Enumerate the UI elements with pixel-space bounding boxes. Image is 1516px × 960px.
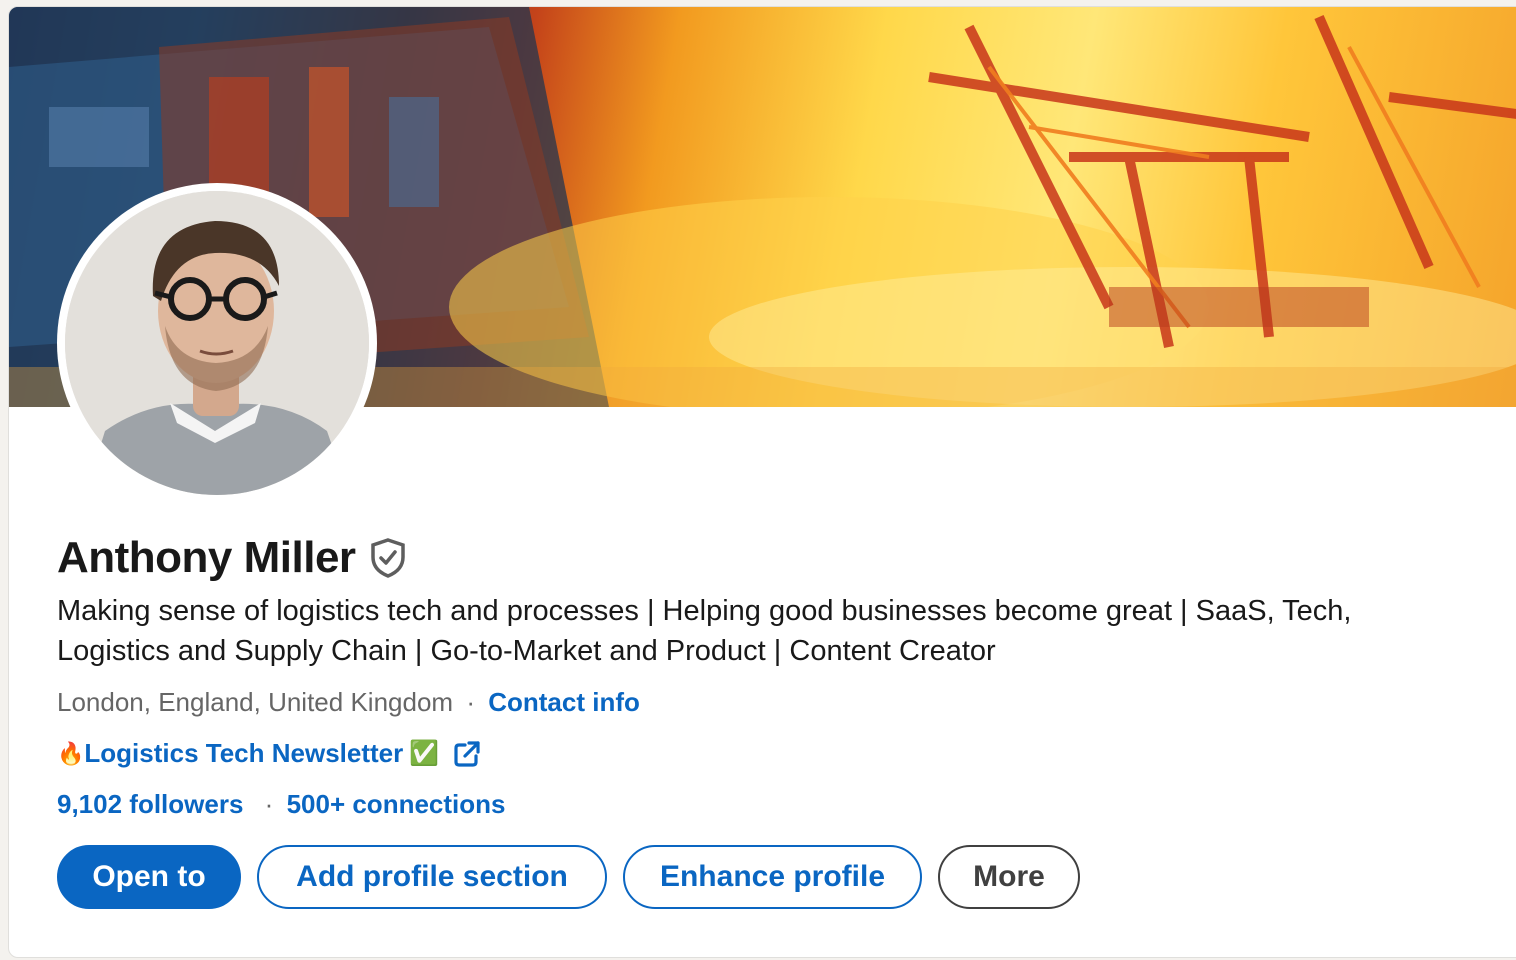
profile-photo[interactable] xyxy=(65,191,369,495)
fire-icon: 🔥 xyxy=(57,740,85,766)
name-row: Anthony Miller xyxy=(57,533,406,583)
profile-location: London, England, United Kingdom xyxy=(57,687,454,717)
headline-line-2: Logistics and Supply Chain | Go-to-Marke… xyxy=(57,635,996,667)
newsletter-link[interactable]: Logistics Tech Newsletter xyxy=(84,738,403,769)
open-to-button[interactable]: Open to xyxy=(57,845,241,909)
location-row: London, England, United Kingdom · Contac… xyxy=(57,687,640,718)
contact-info-link[interactable]: Contact info xyxy=(488,687,640,717)
followers-link[interactable]: 9,102 followers xyxy=(57,789,243,819)
profile-actions: Open to Add profile section Enhance prof… xyxy=(57,845,1080,909)
profile-headline: Making sense of logistics tech and proce… xyxy=(57,591,1516,671)
stats-separator: · xyxy=(264,789,274,819)
enhance-profile-button[interactable]: Enhance profile xyxy=(623,845,922,909)
add-profile-section-button[interactable]: Add profile section xyxy=(257,845,607,909)
location-separator: · xyxy=(466,687,475,717)
headline-line-1: Making sense of logistics tech and proce… xyxy=(57,595,1352,627)
avatar-portrait xyxy=(65,191,369,495)
verified-shield-icon[interactable] xyxy=(370,538,406,578)
connections-link[interactable]: 500+ connections xyxy=(287,789,506,819)
check-mark-icon: ✅ xyxy=(409,740,440,767)
network-stats-row: 9,102 followers · 500+ connections xyxy=(57,789,505,820)
newsletter-link-row[interactable]: 🔥 Logistics Tech Newsletter ✅ xyxy=(57,738,481,769)
profile-photo-frame[interactable] xyxy=(57,183,377,503)
more-button[interactable]: More xyxy=(938,845,1080,909)
external-link-icon[interactable] xyxy=(453,740,481,768)
profile-card: Anthony Miller Making sense of logistics… xyxy=(8,6,1516,958)
profile-name: Anthony Miller xyxy=(57,533,356,582)
